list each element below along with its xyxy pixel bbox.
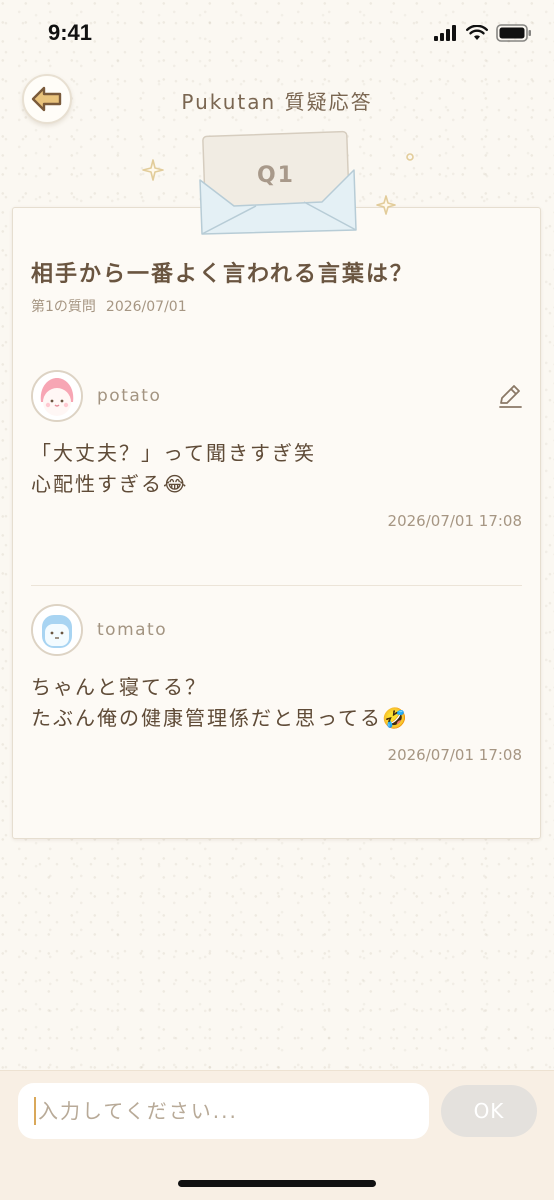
question-meta: 第1の質問 2026/07/01 [31,296,187,316]
edit-button[interactable] [496,382,524,410]
wifi-icon [466,25,488,40]
answer-line: 「大丈夫？」って聞きすぎ笑 [31,441,316,465]
text-caret [34,1097,36,1125]
message-input[interactable] [18,1083,429,1139]
question-title: 相手から一番よく言われる言葉は？ [31,262,414,287]
blue-avatar [31,604,83,656]
status-bar: 9:41 [0,0,554,64]
answer-line: 心配性すぎる😂 [31,472,189,496]
answer-username: tomato [97,620,168,640]
page-title: Pukutan 質疑応答 [181,90,373,114]
question-card: 相手から一番よく言われる言葉は？ 第1の質問 2026/07/01 potato [12,207,541,839]
answer-text: ちゃんと寝てる？ たぶん俺の健康管理係だと思ってる🤣 [31,672,409,734]
pink-avatar [31,370,83,422]
sparkle-icon [142,159,164,181]
ok-button[interactable]: OK [441,1085,537,1137]
status-icons [434,24,532,42]
pencil-icon [499,385,522,408]
question-date: 2026/07/01 [105,299,187,315]
envelope-label: Q1 [257,163,295,188]
envelope-icon: Q1 [142,130,414,235]
answer-timestamp: 2026/07/01 17:08 [387,512,522,530]
answer-line: ちゃんと寝てる？ [31,675,207,699]
answer-text: 「大丈夫？」って聞きすぎ笑 心配性すぎる😂 [31,438,316,500]
signal-icon [434,25,456,41]
home-indicator [178,1180,376,1187]
question-number: 第1の質問 [31,299,96,315]
sparkle-icon [376,195,396,215]
answer-timestamp: 2026/07/01 17:08 [387,746,522,764]
divider [31,585,522,586]
answer-line: たぶん俺の健康管理係だと思ってる🤣 [31,706,409,730]
dot-icon [406,153,414,161]
status-time: 9:41 [48,20,93,45]
answer-username: potato [97,386,162,406]
battery-icon [496,24,531,42]
